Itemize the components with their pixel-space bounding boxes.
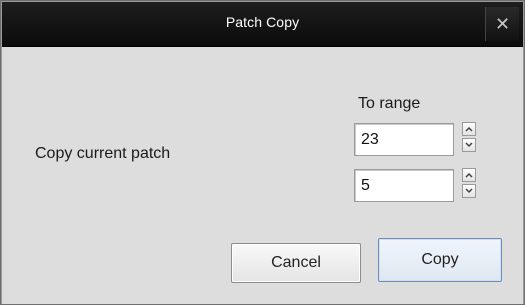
range-end-increment-button[interactable] <box>462 168 476 182</box>
to-range-label: To range <box>358 95 421 112</box>
title-bar[interactable]: Patch Copy ✕ <box>2 2 523 47</box>
range-start-input[interactable] <box>354 123 454 156</box>
window-title: Patch Copy <box>225 14 300 30</box>
chevron-up-icon <box>465 172 473 178</box>
chevron-down-icon <box>465 142 473 148</box>
close-icon: ✕ <box>494 14 511 34</box>
copy-current-patch-label: Copy current patch <box>35 145 171 162</box>
dialog-content: Copy current patch To range Cancel Copy <box>2 48 523 304</box>
chevron-up-icon <box>465 126 473 132</box>
range-start-decrement-button[interactable] <box>462 138 476 152</box>
range-end-decrement-button[interactable] <box>462 184 476 198</box>
close-button[interactable]: ✕ <box>485 7 519 41</box>
chevron-down-icon <box>465 188 473 194</box>
range-end-input[interactable] <box>354 169 454 202</box>
copy-button[interactable]: Copy <box>378 238 502 282</box>
range-start-increment-button[interactable] <box>462 122 476 136</box>
cancel-button[interactable]: Cancel <box>231 243 361 283</box>
patch-copy-dialog: Patch Copy ✕ Copy current patch To range <box>0 0 525 305</box>
